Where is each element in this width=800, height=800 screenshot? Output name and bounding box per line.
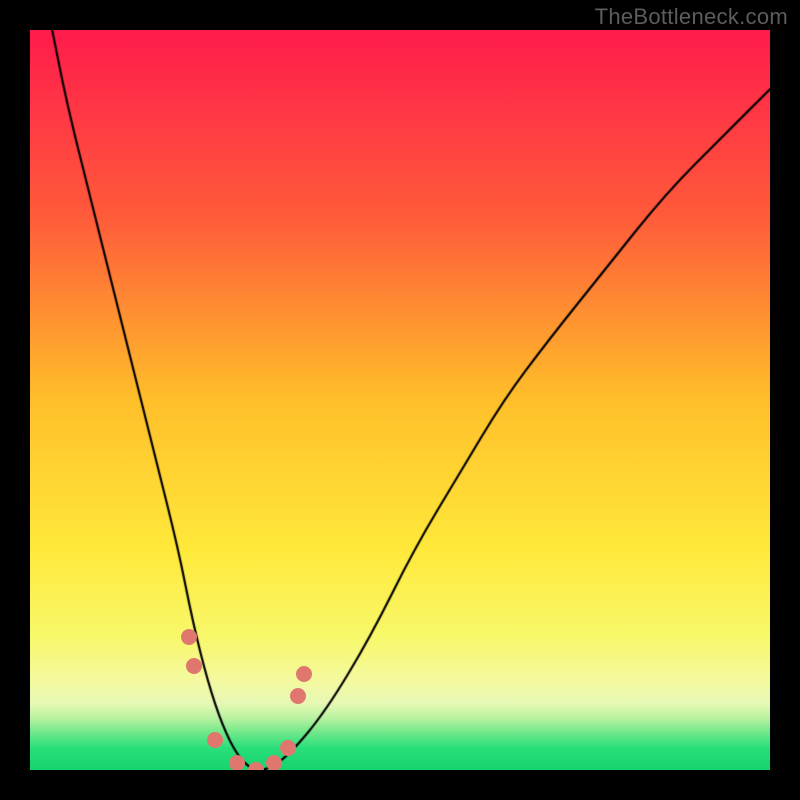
data-marker: [207, 732, 223, 748]
data-marker: [248, 762, 264, 770]
plot-area: [30, 30, 770, 770]
data-marker: [266, 755, 282, 770]
chart-frame: TheBottleneck.com: [0, 0, 800, 800]
data-marker: [186, 658, 202, 674]
data-marker: [181, 629, 197, 645]
watermark-label: TheBottleneck.com: [595, 4, 788, 30]
data-marker: [280, 740, 296, 756]
data-marker: [229, 755, 245, 770]
data-marker: [296, 666, 312, 682]
data-markers-layer: [30, 30, 770, 770]
data-marker: [290, 688, 306, 704]
